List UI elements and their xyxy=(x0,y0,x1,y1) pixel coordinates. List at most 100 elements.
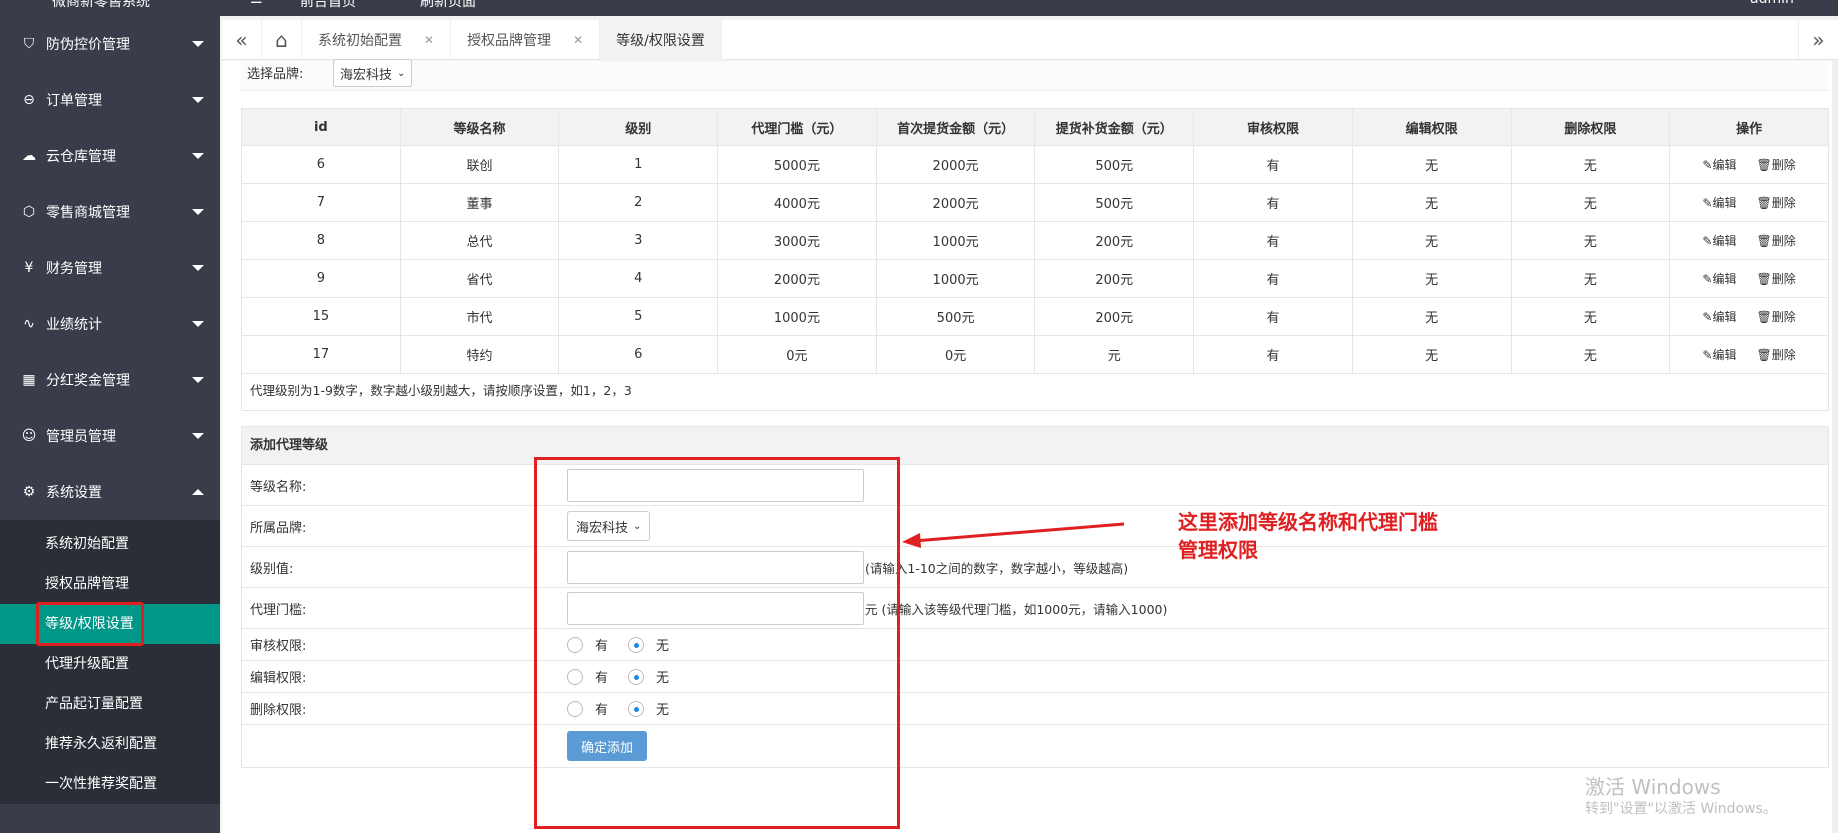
table-cell: 1000元 xyxy=(717,297,877,336)
pulse-icon: ∿ xyxy=(23,316,35,332)
sidebar-item-anticounterfeit[interactable]: ⛉ 防伪控价管理 xyxy=(0,16,220,72)
form-title: 添加代理等级 xyxy=(242,427,1828,465)
submenu-item-permanent-rebate[interactable]: 推荐永久返利配置 xyxy=(0,724,220,764)
trash-icon: 🗑 xyxy=(1756,196,1772,210)
table-header-row: id 等级名称 级别 代理门槛（元） 首次提货金额（元） 提货补货金额（元） 审… xyxy=(241,108,1829,146)
table-cell: 有 xyxy=(1193,145,1353,184)
edit-button[interactable]: ✎编辑 xyxy=(1702,272,1736,286)
table-cell: 无 xyxy=(1510,335,1671,374)
scrollbar[interactable] xyxy=(1832,61,1838,833)
table-cell: 1 xyxy=(558,145,719,184)
edit-label: 编辑 xyxy=(1712,348,1737,362)
refresh-link[interactable]: 刷新页面 xyxy=(420,0,476,11)
sidebar-item-performance[interactable]: ∿ 业绩统计 xyxy=(0,296,220,352)
table-cell: 董事 xyxy=(399,183,560,222)
actions-cell: ✎编辑 🗑删除 xyxy=(1669,183,1829,222)
table-cell: 有 xyxy=(1193,297,1353,336)
windows-watermark-sub: 转到"设置"以激活 Windows。 xyxy=(1585,801,1777,817)
sidebar-item-bonus[interactable]: ▦ 分红奖金管理 xyxy=(0,352,220,408)
level-label: 级别值: xyxy=(250,561,294,577)
home-tab-icon[interactable]: ⌂ xyxy=(262,19,302,60)
delete-label: 删除 xyxy=(1771,158,1796,172)
submenu-item-one-time-reward[interactable]: 一次性推荐奖配置 xyxy=(0,764,220,804)
submenu-item-upgrade-config[interactable]: 代理升级配置 xyxy=(0,644,220,684)
table-cell: 5 xyxy=(558,297,719,336)
table-cell: 2 xyxy=(558,183,719,222)
sidebar-item-retail-mall[interactable]: ⬡ 零售商城管理 xyxy=(0,184,220,240)
tabs-scroll-left-icon[interactable]: « xyxy=(222,19,262,60)
level-hint: (请输入1-10之间的数字，数字越小，等级越高) xyxy=(865,560,1129,576)
tab-bar: « ⌂ 系统初始配置 ✕ 授权品牌管理 ✕ 等级/权限设置 » xyxy=(222,19,1838,60)
actions-cell: ✎编辑 🗑删除 xyxy=(1669,145,1829,184)
name-label: 等级名称: xyxy=(250,479,307,495)
edit-button[interactable]: ✎编辑 xyxy=(1702,196,1736,210)
submenu-item-initial-config[interactable]: 系统初始配置 xyxy=(0,524,220,564)
tab-initial-config[interactable]: 系统初始配置 ✕ xyxy=(302,19,452,60)
submenu-item-level-permission[interactable]: 等级/权限设置 xyxy=(0,602,220,646)
sidebar-item-cloud-warehouse[interactable]: ☁ 云仓库管理 xyxy=(0,128,220,184)
trash-icon: 🗑 xyxy=(1756,158,1772,172)
edit-label: 编辑权限: xyxy=(250,671,307,686)
table-cell: 4 xyxy=(558,259,719,298)
tab-brand-auth[interactable]: 授权品牌管理 ✕ xyxy=(451,19,601,60)
table-cell: 9 xyxy=(241,259,401,298)
col-header: 首次提货金额（元） xyxy=(875,108,1036,146)
table-cell: 500元 xyxy=(1034,183,1195,222)
edit-button[interactable]: ✎编辑 xyxy=(1702,348,1736,362)
col-header: 编辑权限 xyxy=(1351,108,1512,146)
user-name[interactable]: admin xyxy=(1750,0,1794,7)
delete-button[interactable]: 🗑删除 xyxy=(1757,234,1796,248)
edit-button[interactable]: ✎编辑 xyxy=(1702,310,1736,324)
home-link[interactable]: 前台首页 xyxy=(300,0,356,11)
table-cell: 500元 xyxy=(1034,145,1195,184)
table-row: 6 联创 1 5000元 2000元 500元有无无 ✎编辑 🗑删除 xyxy=(241,145,1829,184)
sidebar-item-system-settings[interactable]: ⚙ 系统设置 xyxy=(0,464,220,520)
pencil-icon: ✎ xyxy=(1702,272,1713,286)
table-cell: 2000元 xyxy=(875,145,1036,184)
edit-button[interactable]: ✎编辑 xyxy=(1702,158,1736,172)
trash-icon: 🗑 xyxy=(1756,310,1772,324)
menu-toggle-icon[interactable]: ☰ xyxy=(250,0,263,7)
brand-filter-label: 选择品牌: xyxy=(247,67,304,82)
actions-cell: ✎编辑 🗑删除 xyxy=(1669,335,1829,374)
table-cell: 无 xyxy=(1510,183,1671,222)
actions-cell: ✎编辑 🗑删除 xyxy=(1669,221,1829,260)
delete-button[interactable]: 🗑删除 xyxy=(1757,272,1796,286)
edit-button[interactable]: ✎编辑 xyxy=(1702,234,1736,248)
sidebar-item-label: 零售商城管理 xyxy=(46,205,130,221)
submenu-item-brand-auth[interactable]: 授权品牌管理 xyxy=(0,564,220,604)
table-cell: 200元 xyxy=(1034,221,1195,260)
levels-table: id 等级名称 级别 代理门槛（元） 首次提货金额（元） 提货补货金额（元） 审… xyxy=(241,108,1829,374)
delete-button[interactable]: 🗑删除 xyxy=(1757,310,1796,324)
sidebar-item-orders[interactable]: ⊖ 订单管理 xyxy=(0,72,220,128)
pencil-icon: ✎ xyxy=(1702,348,1713,362)
submenu-item-min-order[interactable]: 产品起订量配置 xyxy=(0,684,220,724)
chevron-down-icon xyxy=(192,209,204,215)
pencil-icon: ✎ xyxy=(1702,158,1713,172)
table-cell: 总代 xyxy=(399,221,560,260)
chevron-down-icon xyxy=(192,97,204,103)
sidebar-item-admins[interactable]: ☺ 管理员管理 xyxy=(0,408,220,464)
table-cell: 1000元 xyxy=(875,259,1036,298)
table-cell: 无 xyxy=(1351,297,1512,336)
close-icon[interactable]: ✕ xyxy=(573,33,583,47)
tab-level-permission[interactable]: 等级/权限设置 xyxy=(600,19,722,60)
delete-button[interactable]: 🗑删除 xyxy=(1757,348,1796,362)
brand-select[interactable]: 海宏科技 ⌄ xyxy=(333,59,413,87)
grid-icon: ▦ xyxy=(22,372,36,388)
form-row-edit: 编辑权限: 有 无 xyxy=(242,661,1828,693)
table-cell: 0元 xyxy=(717,335,877,374)
table-cell: 200元 xyxy=(1034,259,1195,298)
actions-cell: ✎编辑 🗑删除 xyxy=(1669,259,1829,298)
delete-button[interactable]: 🗑删除 xyxy=(1757,196,1796,210)
table-cell: 5000元 xyxy=(717,145,877,184)
trash-icon: 🗑 xyxy=(1756,234,1772,248)
delete-button[interactable]: 🗑删除 xyxy=(1757,158,1796,172)
brand-select-value: 海宏科技 xyxy=(340,67,393,83)
trash-icon: 🗑 xyxy=(1756,272,1772,286)
sidebar-item-finance[interactable]: ¥ 财务管理 xyxy=(0,240,220,296)
table-cell: 元 xyxy=(1034,335,1195,374)
windows-watermark: 激活 Windows xyxy=(1585,775,1721,799)
tabs-scroll-right-icon[interactable]: » xyxy=(1798,19,1838,60)
close-icon[interactable]: ✕ xyxy=(424,33,434,47)
